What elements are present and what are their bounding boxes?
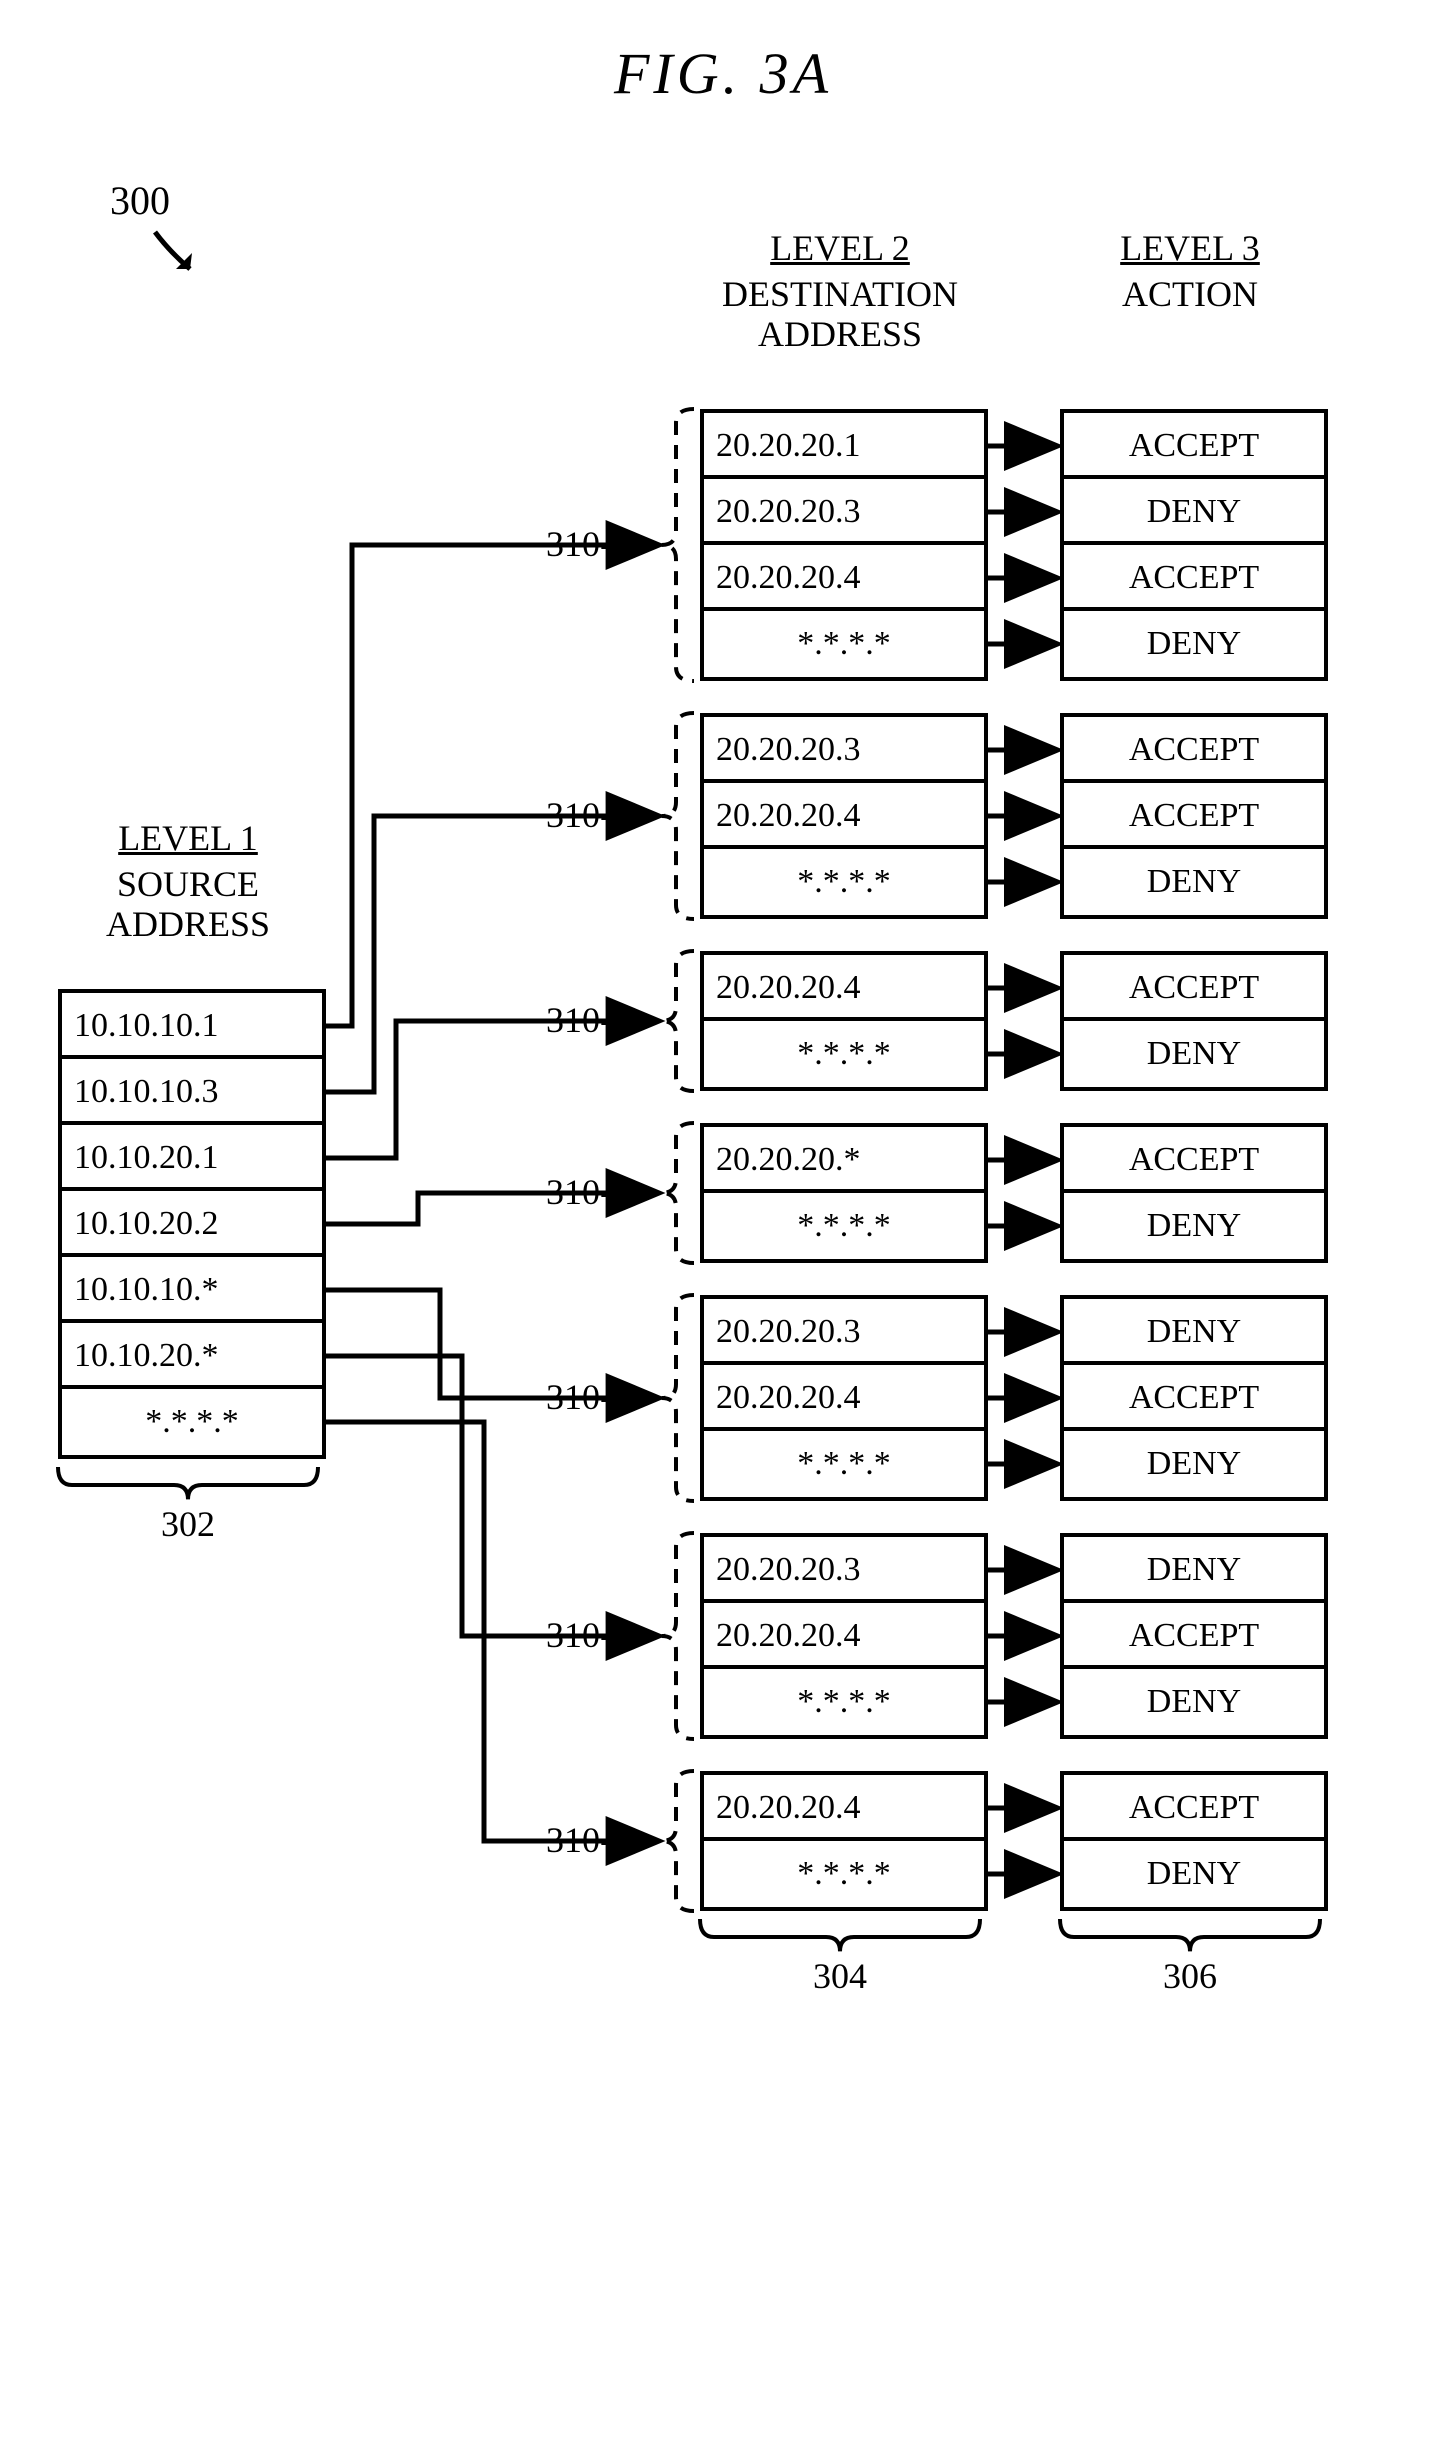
destination-row: 20.20.20.1 [704,413,984,479]
source-row: 10.10.10.3 [62,1059,322,1125]
action-row: DENY [1064,1021,1324,1087]
ref-300: 300 [110,177,170,224]
destination-row: 20.20.20.4 [704,1775,984,1841]
destination-row: 20.20.20.3 [704,479,984,545]
destination-row: 20.20.20.3 [704,717,984,783]
source-row: *.*.*.* [62,1389,322,1455]
level1-sub: SOURCE ADDRESS [58,865,318,944]
action-row: ACCEPT [1064,1127,1324,1193]
group-label: 310-2 [480,794,630,836]
action-row: DENY [1064,849,1324,915]
destination-row: 20.20.20.3 [704,1537,984,1603]
header-level-2: LEVEL 2 DESTINATION ADDRESS [700,227,980,354]
source-row: 10.10.20.* [62,1323,322,1389]
destination-row: 20.20.20.3 [704,1299,984,1365]
action-row: DENY [1064,1431,1324,1497]
destination-row: *.*.*.* [704,849,984,915]
destination-row: 20.20.20.4 [704,955,984,1021]
group-label: 310-1 [480,523,630,565]
level2-sub: DESTINATION ADDRESS [700,275,980,354]
action-row: DENY [1064,1841,1324,1907]
action-table: ACCEPTDENY [1060,951,1328,1091]
destination-row: *.*.*.* [704,1669,984,1735]
group-label: 310-3 [480,999,630,1041]
destination-row: 20.20.20.4 [704,545,984,611]
level2-name: LEVEL 2 [700,227,980,269]
source-row: 10.10.20.2 [62,1191,322,1257]
destination-table: 20.20.20.320.20.20.4*.*.*.* [700,1533,988,1739]
destination-table: 20.20.20.120.20.20.320.20.20.4*.*.*.* [700,409,988,681]
destination-row: *.*.*.* [704,611,984,677]
destination-row: *.*.*.* [704,1193,984,1259]
action-row: ACCEPT [1064,413,1324,479]
action-table: ACCEPTDENYACCEPTDENY [1060,409,1328,681]
group-label: 310-6 [480,1614,630,1656]
level3-name: LEVEL 3 [1060,227,1320,269]
action-row: ACCEPT [1064,955,1324,1021]
figure-title: FIG. 3A [40,40,1406,107]
action-row: ACCEPT [1064,717,1324,783]
level1-name: LEVEL 1 [58,817,318,859]
destination-table: 20.20.20.320.20.20.4*.*.*.* [700,1295,988,1501]
group-label: 310-4 [480,1171,630,1213]
action-table: ACCEPTDENY [1060,1771,1328,1911]
ref-304: 304 [790,1955,890,1997]
action-row: DENY [1064,1299,1324,1365]
action-row: DENY [1064,479,1324,545]
action-table: ACCEPTDENY [1060,1123,1328,1263]
ref-302: 302 [138,1503,238,1545]
destination-row: 20.20.20.4 [704,783,984,849]
action-row: ACCEPT [1064,1775,1324,1841]
diagram-container: 300 LEVEL 1 SOURCE ADDRESS LEVEL 2 DESTI… [40,137,1406,2337]
action-row: ACCEPT [1064,1365,1324,1431]
action-row: ACCEPT [1064,545,1324,611]
group-label: 310-5 [480,1376,630,1418]
destination-row: 20.20.20.4 [704,1603,984,1669]
action-row: ACCEPT [1064,1603,1324,1669]
action-row: ACCEPT [1064,783,1324,849]
source-row: 10.10.10.1 [62,993,322,1059]
source-address-table: 10.10.10.110.10.10.310.10.20.110.10.20.2… [58,989,326,1459]
action-table: ACCEPTACCEPTDENY [1060,713,1328,919]
action-table: DENYACCEPTDENY [1060,1295,1328,1501]
pointer-arrow-icon [150,227,210,287]
destination-row: 20.20.20.4 [704,1365,984,1431]
destination-row: 20.20.20.* [704,1127,984,1193]
action-row: DENY [1064,611,1324,677]
group-label: 310-7 [480,1819,630,1861]
source-row: 10.10.20.1 [62,1125,322,1191]
ref-306: 306 [1140,1955,1240,1997]
action-table: DENYACCEPTDENY [1060,1533,1328,1739]
destination-row: *.*.*.* [704,1841,984,1907]
destination-table: 20.20.20.4*.*.*.* [700,951,988,1091]
source-row: 10.10.10.* [62,1257,322,1323]
action-row: DENY [1064,1669,1324,1735]
level3-sub: ACTION [1060,275,1320,315]
destination-row: *.*.*.* [704,1431,984,1497]
destination-table: 20.20.20.**.*.*.* [700,1123,988,1263]
action-row: DENY [1064,1193,1324,1259]
destination-row: *.*.*.* [704,1021,984,1087]
header-level-1: LEVEL 1 SOURCE ADDRESS [58,817,318,944]
destination-table: 20.20.20.4*.*.*.* [700,1771,988,1911]
header-level-3: LEVEL 3 ACTION [1060,227,1320,315]
destination-table: 20.20.20.320.20.20.4*.*.*.* [700,713,988,919]
action-row: DENY [1064,1537,1324,1603]
